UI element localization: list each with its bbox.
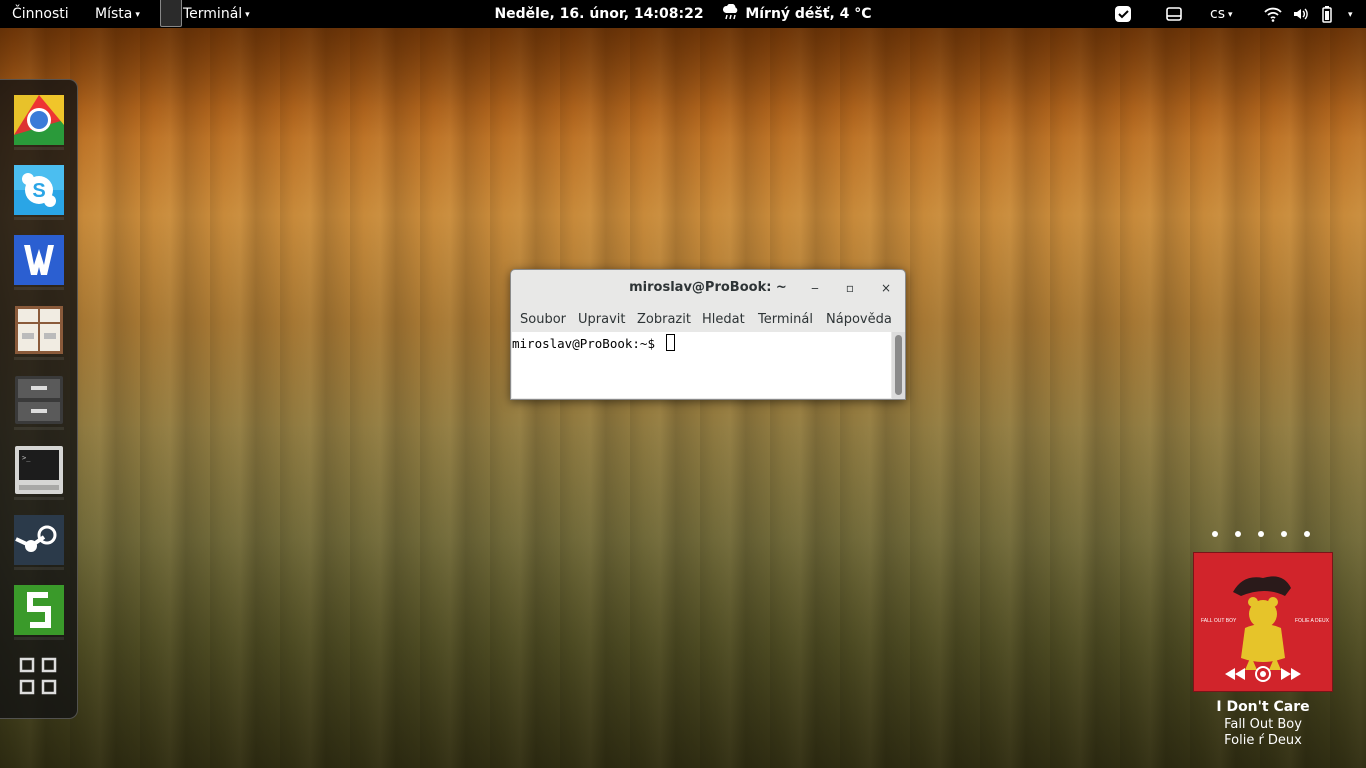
battery-icon[interactable] (1318, 5, 1336, 23)
album-text-right: FOLIE A DEUX (1295, 618, 1330, 624)
keyboard-layout-label: cs (1210, 6, 1225, 22)
keyboard-layout-menu[interactable]: cs ▾ (1210, 0, 1233, 28)
track-title: I Don't Care (1216, 699, 1310, 715)
album-text-left: FALL OUT BOY (1201, 618, 1237, 624)
dash-item-skype[interactable]: S (14, 165, 64, 220)
menu-view[interactable]: Zobrazit (637, 308, 691, 332)
dash-item-cabinet[interactable] (14, 305, 64, 360)
scrollbar-thumb[interactable] (895, 335, 902, 395)
dash-item-spreadsheet[interactable] (14, 585, 64, 640)
top-bar: Činnosti Místa ▾ Terminál ▾ Neděle, 16. ún… (0, 0, 1366, 28)
menu-edit[interactable]: Upravit (578, 308, 625, 332)
chevron-down-icon: ▾ (1348, 10, 1353, 20)
cabinet-icon (15, 306, 63, 354)
page-dot[interactable] (1281, 531, 1287, 537)
chrome-icon (14, 95, 64, 145)
minimize-button[interactable]: ‒ (805, 278, 825, 298)
terminal-icon: >_ (15, 446, 63, 494)
clock-area[interactable]: Neděle, 16. únor, 14:08:22 Mírný déšť, 4… (0, 0, 1366, 28)
terminal-cursor (665, 334, 675, 351)
prompt-text: miroslav@ProBook:~$ (512, 336, 663, 351)
wps-writer-icon (14, 235, 64, 285)
weather-label: Mírný déšť, 4 °C (745, 6, 872, 22)
menu-search[interactable]: Hledat (702, 308, 745, 332)
spreadsheet-icon (14, 585, 64, 635)
menu-help[interactable]: Nápověda (826, 308, 892, 332)
chevron-down-icon: ▾ (1228, 10, 1233, 20)
menu-terminal[interactable]: Terminál (758, 308, 813, 332)
menu-file[interactable]: Soubor (520, 308, 566, 332)
page-dot[interactable] (1212, 531, 1218, 537)
dash-item-file-cabinet[interactable] (14, 375, 64, 430)
svg-text:>_: >_ (22, 454, 31, 462)
dash-item-wps-writer[interactable] (14, 235, 64, 290)
dash-item-terminal[interactable]: >_ (14, 445, 64, 500)
weather-rain-icon (723, 3, 738, 20)
svg-text:S: S (32, 180, 45, 202)
track-artist: Fall Out Boy (1224, 717, 1302, 732)
music-page-dots (1212, 531, 1312, 539)
steam-icon (14, 515, 64, 565)
wifi-icon[interactable] (1264, 5, 1282, 23)
maximize-button[interactable]: ▫ (840, 278, 860, 298)
notification-icon[interactable] (1165, 5, 1183, 23)
close-button[interactable]: × (876, 278, 896, 298)
chat-status-icon[interactable] (1114, 5, 1132, 23)
terminal-prompt: miroslav@ProBook:~$ (512, 334, 675, 351)
dash-item-steam[interactable] (14, 515, 64, 570)
menu-bar: Soubor Upravit Zobrazit Hledat Terminál … (511, 308, 905, 332)
page-dot[interactable] (1304, 531, 1310, 537)
page-dot[interactable] (1258, 531, 1264, 537)
terminal-area[interactable]: miroslav@ProBook:~$ (512, 332, 891, 398)
show-apps-button[interactable] (19, 657, 59, 697)
track-album: Folie ŕ Deux (1224, 733, 1302, 748)
file-cabinet-icon (15, 376, 63, 424)
system-menu[interactable]: ▾ (1345, 0, 1353, 28)
dash: S >_ (0, 79, 78, 719)
scrollbar[interactable] (892, 332, 905, 399)
terminal-window[interactable]: miroslav@ProBook: ~ ‒ ▫ × Soubor Upravit… (510, 269, 906, 400)
page-dot[interactable] (1235, 531, 1241, 537)
volume-icon[interactable] (1292, 5, 1310, 23)
album-cover[interactable]: FALL OUT BOY FOLIE A DEUX (1193, 552, 1333, 692)
skype-icon: S (14, 165, 64, 215)
dash-item-chrome[interactable] (14, 95, 64, 150)
clock-label: Neděle, 16. únor, 14:08:22 (494, 6, 704, 22)
grid-icon (19, 657, 57, 695)
